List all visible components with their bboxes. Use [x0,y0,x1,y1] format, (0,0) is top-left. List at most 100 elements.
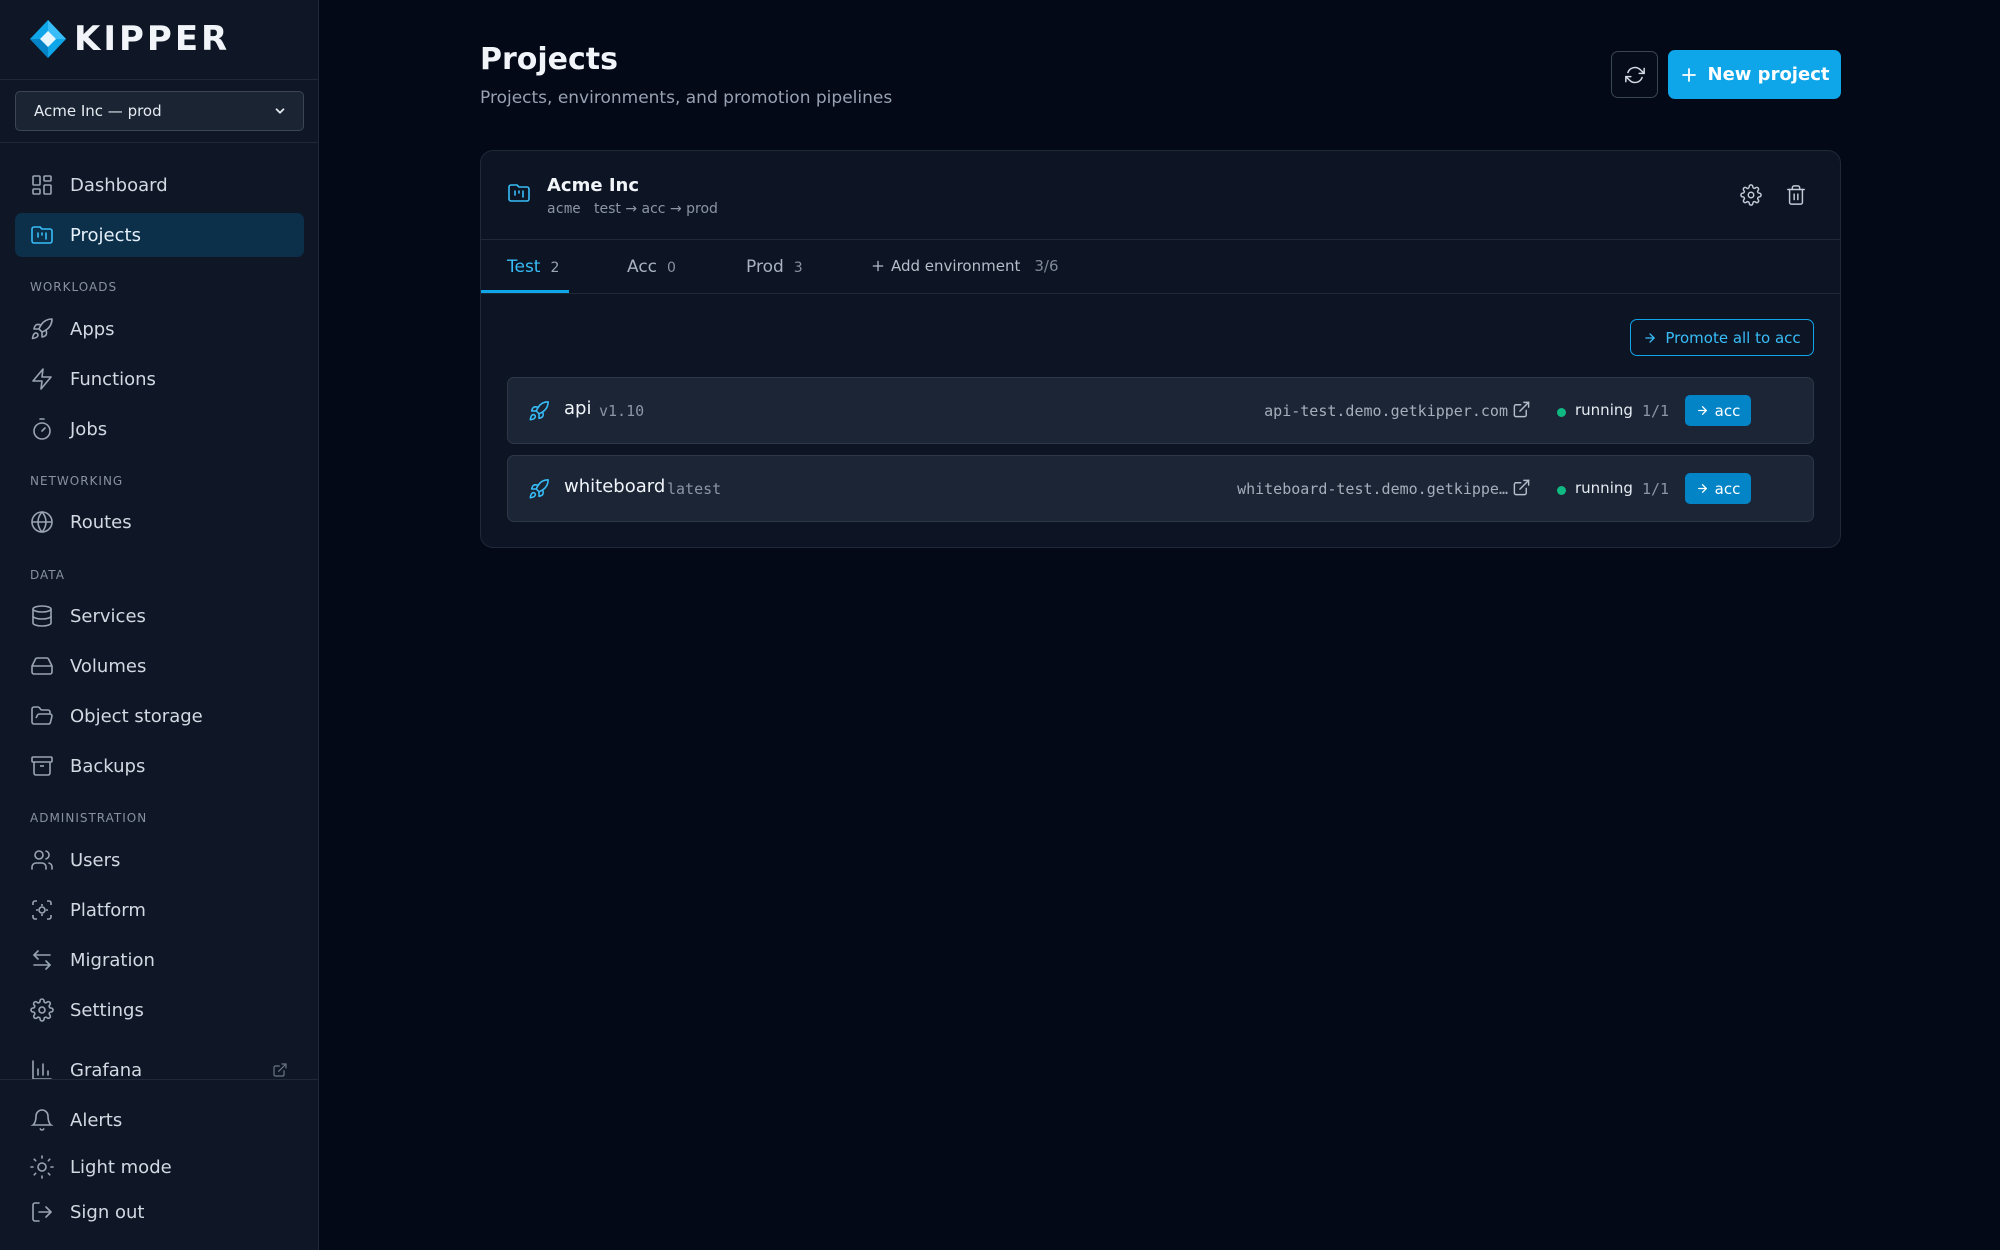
plus-icon [872,260,884,272]
tab-test[interactable]: Test 2 [507,257,559,277]
sidebar-item-label: Routes [70,511,132,533]
sidebar-item-apps[interactable]: Apps [15,307,304,351]
zap-icon [32,368,52,390]
section-label-networking: NETWORKING [30,474,124,488]
section-label-data: DATA [30,568,65,582]
page-title: Projects [480,42,619,77]
kipper-logo-icon [30,20,66,58]
tab-count: 3 [793,260,803,276]
sidebar-item-object-storage[interactable]: Object storage [15,694,304,738]
sidebar-item-backups[interactable]: Backups [15,744,304,788]
sidebar-item-migration[interactable]: Migration [15,938,304,982]
promote-to-acc-button[interactable]: acc [1685,473,1751,504]
arrow-right-icon [1697,406,1707,415]
sidebar-item-projects[interactable]: Projects [15,213,304,257]
sidebar-item-label: Functions [70,368,156,390]
sidebar-item-alerts[interactable]: Alerts [15,1098,304,1142]
promote-to-acc-button[interactable]: acc [1685,395,1751,426]
divider [0,1079,318,1080]
add-environment-label: Add environment [891,257,1021,275]
sidebar-item-label: Services [70,605,146,627]
project-card: Acme Inc acme test → acc → prod Test 2 A… [480,150,1841,548]
sidebar-item-jobs[interactable]: Jobs [15,407,304,451]
promote-label: acc [1714,479,1741,498]
app-row[interactable]: api v1.10 api-test.demo.getkipper.com ru… [507,377,1814,444]
promote-all-button[interactable]: Promote all to acc [1630,319,1814,356]
bell-icon [30,1109,54,1131]
cluster-select-value: Acme Inc — prod [34,102,162,120]
sidebar-item-settings[interactable]: Settings [15,988,304,1032]
sidebar-item-light-mode[interactable]: Light mode [15,1145,304,1189]
sidebar-item-label: Light mode [70,1156,172,1178]
sidebar-item-label: Volumes [70,655,147,677]
brand[interactable]: KIPPER [28,18,230,60]
app-name[interactable]: whiteboard [564,476,665,497]
divider [481,293,1840,294]
sidebar-item-label: Alerts [70,1109,123,1131]
sidebar-item-label: Settings [70,999,144,1021]
tab-label: Prod [746,257,784,277]
users-icon [31,850,53,870]
settings-gear-icon[interactable] [1740,184,1762,206]
tab-count: 2 [550,260,560,276]
refresh-button[interactable] [1611,51,1658,98]
tab-label: Acc [627,257,658,277]
sidebar-item-platform[interactable]: Platform [15,888,304,932]
status-text: running [1575,401,1633,419]
trash-icon[interactable] [1785,184,1807,206]
external-link-icon[interactable] [1512,400,1531,419]
sidebar-item-label: Migration [70,949,155,971]
hard-drive-icon [31,657,53,675]
external-link-icon [273,1063,287,1077]
section-label-workloads: WORKLOADS [30,280,118,294]
divider [0,142,318,143]
sidebar-item-functions[interactable]: Functions [15,357,304,401]
sidebar-item-label: Grafana [70,1059,143,1081]
sidebar-item-label: Jobs [70,418,108,440]
refresh-icon [1624,66,1645,83]
gear-icon [30,998,54,1022]
sidebar-item-volumes[interactable]: Volumes [15,644,304,688]
sidebar-item-routes[interactable]: Routes [15,500,304,544]
app-version: latest [667,480,722,498]
section-label-administration: ADMINISTRATION [30,811,148,825]
sidebar-item-users[interactable]: Users [15,838,304,882]
folder-open-icon [31,706,53,725]
sidebar-item-grafana[interactable]: Grafana [15,1048,304,1092]
app-row[interactable]: whiteboard latest whiteboard-test.demo.g… [507,455,1814,522]
timer-icon [33,418,51,440]
app-name[interactable]: api [564,398,591,419]
database-icon [32,605,52,627]
rocket-icon [529,401,549,421]
plus-icon [1681,67,1696,82]
chevron-down-icon [275,108,285,114]
status-text: running [1575,479,1633,497]
new-project-button[interactable]: New project [1668,50,1841,99]
project-name: Acme Inc [547,175,640,196]
sidebar-item-dashboard[interactable]: Dashboard [15,163,304,207]
cluster-select[interactable]: Acme Inc — prod [15,91,304,131]
external-link-icon[interactable] [1512,478,1531,497]
sidebar-item-sign-out[interactable]: Sign out [15,1190,304,1234]
sidebar-item-services[interactable]: Services [15,594,304,638]
add-environment-button[interactable]: Add environment 3/6 [871,257,1058,275]
divider [481,239,1840,240]
folder-kanban-icon [508,184,530,202]
globe-icon [31,510,53,534]
platform-icon [32,900,52,920]
app-url[interactable]: api-test.demo.getkipper.com [1264,402,1508,420]
arrow-right-icon [1697,484,1707,493]
dashboard-icon [32,175,52,195]
tab-prod[interactable]: Prod 3 [746,257,803,277]
sidebar-item-label: Sign out [70,1201,145,1223]
app-url[interactable]: whiteboard-test.demo.getkippe… [1237,480,1508,498]
arrow-right-icon [1645,332,1656,343]
sidebar-item-label: Dashboard [70,174,168,196]
tab-acc[interactable]: Acc 0 [627,257,676,277]
brand-name: KIPPER [74,19,231,59]
tab-count: 0 [667,260,676,276]
sidebar-item-label: Apps [70,318,115,340]
divider [0,79,318,80]
project-pipeline: test → acc → prod [594,201,718,217]
sidebar: KIPPER Acme Inc — prod Dashboard Project… [0,0,319,1250]
